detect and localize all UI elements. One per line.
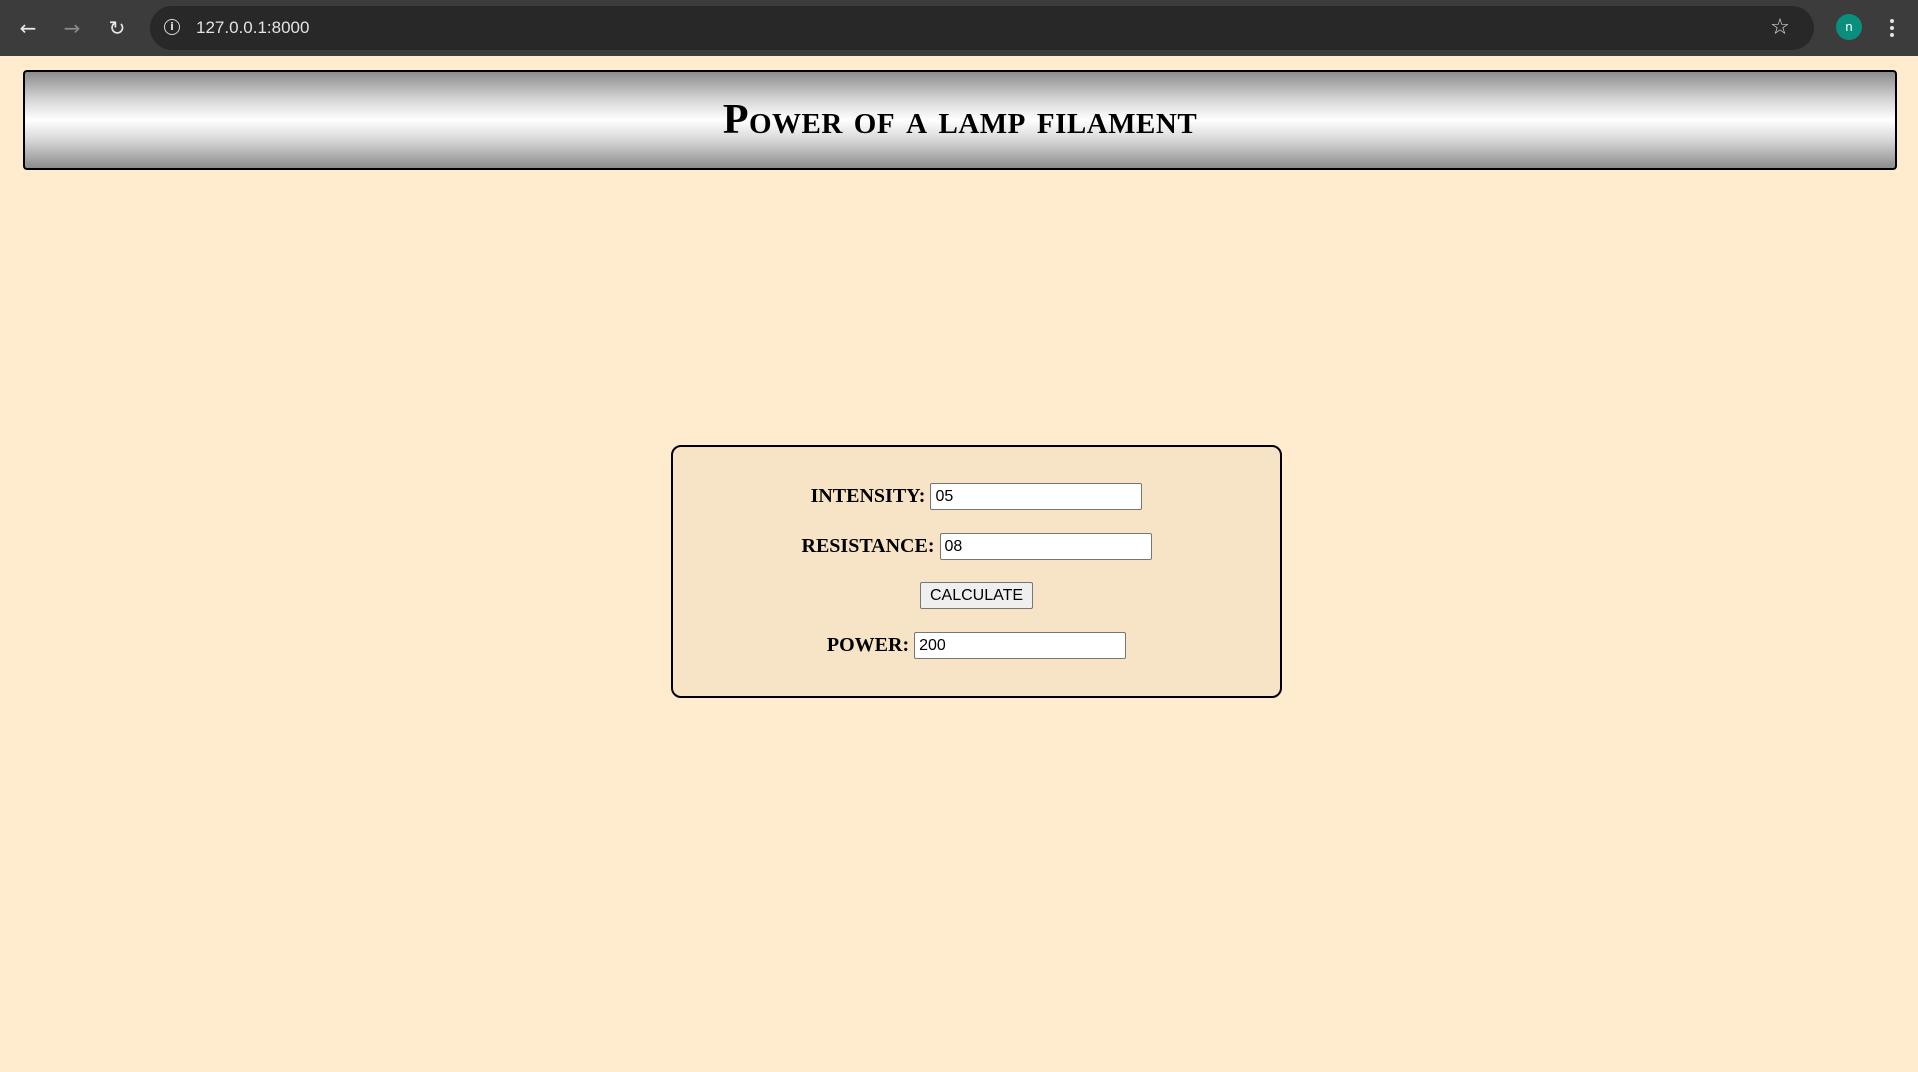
- arrow-right-icon: →: [63, 16, 81, 40]
- reload-icon: ↻: [108, 16, 126, 40]
- calculate-row: CALCULATE: [673, 582, 1280, 609]
- kebab-menu-icon[interactable]: [1880, 12, 1904, 44]
- back-button[interactable]: ←: [12, 12, 44, 44]
- reload-button[interactable]: ↻: [101, 12, 133, 44]
- site-info-icon[interactable]: i: [164, 19, 180, 35]
- intensity-label: INTENSITY:: [810, 485, 926, 507]
- intensity-row: INTENSITY:: [673, 483, 1280, 510]
- resistance-label: RESISTANCE:: [801, 535, 935, 557]
- resistance-input[interactable]: [939, 533, 1152, 560]
- address-bar[interactable]: i 127.0.0.1:8000 ☆: [150, 6, 1814, 50]
- browser-toolbar: ← → ↻ i 127.0.0.1:8000 ☆ n: [0, 0, 1918, 56]
- bookmark-star-icon[interactable]: ☆: [1764, 12, 1796, 44]
- power-output[interactable]: [914, 632, 1127, 659]
- profile-avatar[interactable]: n: [1836, 14, 1862, 40]
- calculate-button[interactable]: CALCULATE: [919, 582, 1034, 609]
- forward-button[interactable]: →: [56, 12, 88, 44]
- url-text[interactable]: 127.0.0.1:8000: [196, 6, 309, 50]
- arrow-left-icon: ←: [19, 16, 37, 40]
- resistance-row: RESISTANCE:: [673, 533, 1280, 560]
- intensity-input[interactable]: [930, 483, 1143, 510]
- page-title: Power of a lamp filament: [722, 97, 1198, 143]
- power-row: POWER:: [673, 632, 1280, 659]
- page-header: Power of a lamp filament: [23, 70, 1897, 170]
- calculator-form: INTENSITY: RESISTANCE: CALCULATE POWER:: [671, 445, 1282, 698]
- power-label: POWER:: [826, 634, 910, 656]
